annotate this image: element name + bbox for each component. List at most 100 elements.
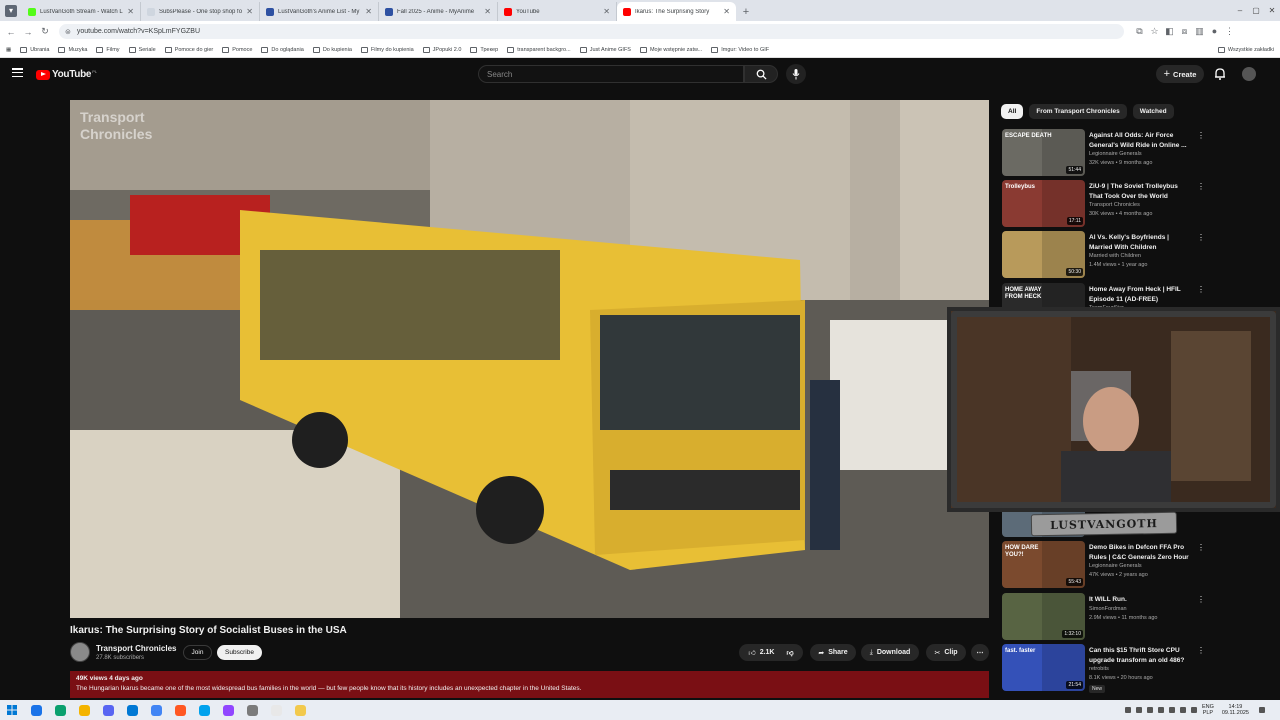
clip-button[interactable]: ✂ Clip — [926, 644, 966, 661]
close-tab-icon[interactable]: ✕ — [246, 7, 253, 16]
start-button[interactable] — [0, 700, 24, 720]
video-player[interactable]: Transport Chronicles — [70, 100, 989, 618]
more-options-icon[interactable]: ⋮ — [1197, 182, 1205, 191]
new-tab-button[interactable]: + — [736, 2, 756, 21]
bookmark-item[interactable]: Pomoce do gier — [164, 46, 213, 53]
tray-icon[interactable] — [1168, 707, 1175, 713]
notification-center-icon[interactable] — [1259, 707, 1265, 713]
more-options-icon[interactable]: ⋮ — [1197, 285, 1205, 294]
site-info-icon[interactable]: ⊜ — [65, 28, 71, 36]
wifi-icon[interactable] — [1179, 707, 1186, 713]
volume-icon[interactable] — [1190, 707, 1197, 713]
join-button[interactable]: Join — [183, 645, 212, 660]
taskbar-app-icon[interactable] — [144, 700, 168, 720]
bookmark-item[interactable]: Filmy do kupienia — [360, 46, 414, 53]
bookmark-item[interactable]: Seriale — [128, 46, 156, 53]
recommended-video[interactable]: fast. faster 21:54 Can this $15 Thrift Sto… — [1002, 644, 1212, 693]
recommended-channel[interactable]: Transport Chronicles — [1089, 202, 1140, 208]
channel-name[interactable]: Transport Chronicles — [96, 644, 176, 653]
bookmark-star-icon[interactable]: ☆ — [1147, 26, 1162, 37]
more-options-icon[interactable]: ⋮ — [1197, 131, 1205, 140]
more-options-icon[interactable]: ⋮ — [1197, 233, 1205, 242]
recommended-video[interactable]: 1:32:10 It WILL Run. SimonFordman 2.9M view… — [1002, 593, 1212, 640]
tray-icon[interactable] — [1124, 707, 1131, 713]
create-button[interactable]: + Create — [1156, 65, 1204, 83]
browser-tab[interactable]: LustVanGoth's Anime List - My ✕ — [260, 2, 379, 21]
download-button[interactable]: ⤓ Download — [861, 644, 919, 661]
video-thumbnail[interactable]: 1:32:10 — [1002, 593, 1085, 640]
bookmark-item[interactable]: Filmy — [96, 46, 120, 53]
browser-tab[interactable]: SubsPlease - One stop shop fo ✕ — [141, 2, 260, 21]
video-thumbnail[interactable]: 50:30 — [1002, 231, 1085, 278]
dislike-icon[interactable]: 👎︎ — [787, 648, 794, 657]
description-box[interactable]: 49K views 4 days ago The Hungarian Ikaru… — [70, 671, 989, 698]
channel-avatar[interactable] — [70, 642, 90, 662]
tab-search-icon[interactable]: ▾ — [0, 0, 22, 21]
close-tab-icon[interactable]: ✕ — [723, 7, 730, 16]
recommended-title[interactable]: ZiU-9 | The Soviet Trolleybus That Took … — [1089, 182, 1189, 201]
reload-icon[interactable]: ↻ — [39, 26, 51, 37]
recommended-video[interactable]: HOW DARE YOU?! 55:43 Demo Bikes in Defcon … — [1002, 541, 1212, 588]
filter-chip[interactable]: Watched — [1132, 104, 1174, 119]
taskbar-app-icon[interactable] — [120, 700, 144, 720]
filter-chip[interactable]: All — [1001, 104, 1024, 119]
recommended-title[interactable]: Can this $15 Thrift Store CPU upgrade tr… — [1089, 646, 1189, 665]
extensions-puzzle-icon[interactable]: ⧈ — [1177, 26, 1192, 37]
voice-search-button[interactable] — [786, 64, 806, 84]
taskbar-app-icon[interactable] — [192, 700, 216, 720]
more-options-icon[interactable]: ⋮ — [1197, 595, 1205, 604]
extension-icon[interactable]: ◧ — [1162, 26, 1177, 37]
browser-tab[interactable]: LustVanGoth Stream - Watch L ✕ — [22, 2, 141, 21]
close-tab-icon[interactable]: ✕ — [365, 7, 372, 16]
like-count[interactable]: 2.1K — [760, 649, 775, 656]
browser-tab[interactable]: YouTube ✕ — [498, 2, 617, 21]
taskbar-app-icon[interactable] — [216, 700, 240, 720]
apps-grid-icon[interactable]: ▦ — [6, 47, 11, 53]
bookmark-item[interactable]: Imgur: Video to GIF — [711, 46, 769, 53]
minimize-icon[interactable]: – — [1232, 0, 1248, 21]
taskbar-app-icon[interactable] — [48, 700, 72, 720]
more-options-icon[interactable]: ⋮ — [1197, 543, 1205, 552]
filter-chip[interactable]: From Transport Chronicles — [1029, 104, 1127, 119]
like-icon[interactable]: 👍︎ — [748, 648, 755, 657]
bookmark-item[interactable]: Muzyka — [58, 46, 87, 53]
bookmark-item[interactable]: Do oglądania — [261, 46, 304, 53]
search-input[interactable]: Search — [478, 65, 744, 83]
tray-icon[interactable] — [1146, 707, 1153, 713]
bookmark-item[interactable]: transparent backgro... — [507, 46, 571, 53]
browser-tab[interactable]: Ikarus: The Surprising Story ✕ — [617, 2, 736, 21]
bookmark-item[interactable]: Ubrania — [20, 46, 49, 53]
profile-icon[interactable]: ● — [1207, 26, 1222, 37]
recommended-title[interactable]: Home Away From Heck | HFIL Episode 11 (A… — [1089, 285, 1189, 304]
maximize-icon[interactable]: ▢ — [1248, 0, 1264, 21]
recommended-title[interactable]: It WILL Run. — [1089, 595, 1189, 605]
close-tab-icon[interactable]: ✕ — [603, 7, 610, 16]
bookmark-item[interactable]: Do kupienia — [312, 46, 352, 53]
search-button[interactable] — [744, 65, 778, 83]
video-thumbnail[interactable]: ESCAPE DEATH 51:44 — [1002, 129, 1085, 176]
taskbar-app-icon[interactable] — [288, 700, 312, 720]
menu-icon[interactable]: ⋮ — [1222, 26, 1237, 37]
taskbar-app-icon[interactable] — [24, 700, 48, 720]
taskbar-app-icon[interactable] — [168, 700, 192, 720]
recommended-video[interactable]: 50:30 Al Vs. Kelly's Boyfriends | Married… — [1002, 231, 1212, 278]
video-thumbnail[interactable]: Trolleybus 17:11 — [1002, 180, 1085, 227]
sidebar-icon[interactable]: ▥ — [1192, 26, 1207, 37]
clock[interactable]: 14:19 09.11.2025 — [1222, 704, 1249, 717]
taskbar-app-icon[interactable] — [72, 700, 96, 720]
taskbar-app-icon[interactable] — [264, 700, 288, 720]
bookmark-item[interactable]: JPopuki 2.0 — [422, 46, 461, 53]
url-field[interactable]: ⊜ youtube.com/watch?v=KSpLmFYGZBU — [59, 24, 1124, 39]
language-indicator[interactable]: ENG PLP — [1202, 704, 1214, 716]
youtube-logo[interactable]: YouTube PL — [36, 69, 97, 80]
close-window-icon[interactable]: ✕ — [1264, 0, 1280, 21]
taskbar-app-icon[interactable] — [240, 700, 264, 720]
recommended-title[interactable]: Al Vs. Kelly's Boyfriends | Married With… — [1089, 233, 1189, 252]
share-button[interactable]: ➦ Share — [810, 644, 856, 661]
video-thumbnail[interactable]: HOW DARE YOU?! 55:43 — [1002, 541, 1085, 588]
taskbar-app-icon[interactable] — [96, 700, 120, 720]
close-tab-icon[interactable]: ✕ — [127, 7, 134, 16]
recommended-title[interactable]: Demo Bikes in Defcon FFA Pro Rules | C&C… — [1089, 543, 1189, 562]
tray-icon[interactable] — [1135, 707, 1142, 713]
recommended-channel[interactable]: retrobits — [1089, 666, 1109, 672]
